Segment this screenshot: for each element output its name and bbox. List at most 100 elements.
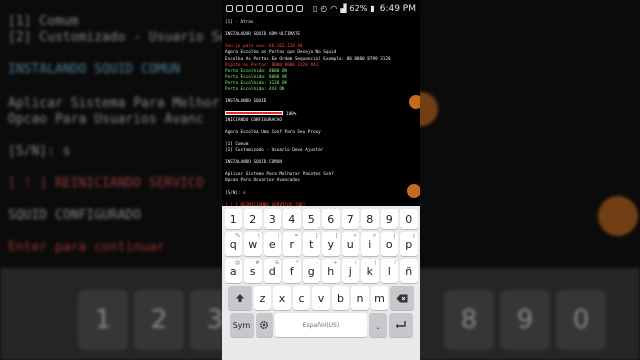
key-s[interactable]: s # [244,259,262,283]
enter-icon [395,321,406,329]
key-alt-label: & [275,260,279,266]
key-alt-label: % [235,233,240,239]
key-5[interactable]: 5 [302,209,320,229]
key-alt-label: | [277,233,279,239]
key-label: h [327,264,335,278]
bg-key: 1 [78,290,128,350]
key-label: t [309,237,314,251]
letter-row-2: a @ s # d & f * g - h + j(k) l / ñ [224,259,418,283]
key-alt-label: = [294,233,299,239]
status-bar: ▯ ◴ ◠ ▟ 62% ▮ 6:49 PM [222,0,420,17]
number-row: 1234567890 [224,209,418,229]
key-i[interactable]: i > [361,232,379,256]
space-key[interactable]: Español(US) [275,313,367,337]
bg-terminal-line: [2] Customizado - Usuario Sera [8,30,243,45]
bg-terminal-line: Opcao Para Usuarios Avanc [8,112,204,127]
key-r[interactable]: r = [283,232,301,256]
key-v[interactable]: v [312,286,330,310]
key-h[interactable]: h + [322,259,340,283]
key-1[interactable]: 1 [224,209,242,229]
bg-key: 8 [444,290,494,350]
key-alt-label: ] [335,233,338,239]
key-d[interactable]: d & [263,259,281,283]
key-label: l [387,264,391,278]
key-label: ñ [405,264,413,278]
letter-row-3: zxcvbnm [224,286,418,310]
key-u[interactable]: u < [341,232,359,256]
key-9[interactable]: 9 [380,209,398,229]
key-b[interactable]: b [331,286,350,310]
key-8[interactable]: 8 [361,209,379,229]
facebook-icon [256,5,263,12]
key-j[interactable]: j( [341,259,359,283]
key-t[interactable]: t[ [302,232,320,256]
orange-fab-bottom[interactable] [407,184,420,198]
key-label: j [348,264,352,278]
key-f[interactable]: f * [283,259,301,283]
key-l[interactable]: l / [380,259,398,283]
orange-fab-top[interactable] [409,95,420,109]
key-label: e [268,237,276,251]
key-label: w [248,237,258,251]
key-p[interactable]: p} [400,232,418,256]
bottom-row: Sym Español(US) . [224,313,418,337]
key-e[interactable]: e | [263,232,281,256]
bg-terminal-line: [S/N]: s [8,144,71,159]
key-label: f [289,264,294,278]
key-g[interactable]: g- [302,259,320,283]
terminal-text: [2] Customizado - Usuario Deve Ajustar [225,147,324,153]
key-label: y [327,237,334,251]
settings-key[interactable] [255,313,273,337]
key-alt-label: ( [355,260,357,266]
chrome-icon [276,5,283,12]
keyboard: 1234567890 q% w \ e | r = t[y] u < i > o{p} a @ s # d & f *… [222,206,420,360]
key-alt-label: # [255,260,260,266]
key-a[interactable]: a @ [224,259,242,283]
key-ñ[interactable]: ñ [400,259,418,283]
bg-key: 2 [134,290,184,350]
clock: 6:49 PM [379,3,416,14]
progress-bar [225,111,283,116]
bg-terminal-line: INSTALANDO SQUID COMUN [8,62,181,77]
key-alt-label: ) [374,260,377,266]
shift-key[interactable] [227,286,252,310]
key-n[interactable]: n [351,286,369,310]
backspace-key[interactable] [390,286,415,310]
enter-key[interactable] [388,313,413,337]
key-label: q [229,237,237,251]
sym-key[interactable]: Sym [229,313,254,337]
key-4[interactable]: 4 [283,209,301,229]
key-label: d [268,264,276,278]
key-alt-label: > [372,233,377,239]
key-3[interactable]: 3 [263,209,281,229]
key-z[interactable]: z [253,286,272,310]
period-key[interactable]: . [369,313,387,337]
progress-label: 100% [286,111,297,117]
key-q[interactable]: q% [224,232,242,256]
key-o[interactable]: o{ [380,232,398,256]
phone-screen: ▯ ◴ ◠ ▟ 62% ▮ 6:49 PM [1] - Atras INSTALA… [222,0,420,360]
key-7[interactable]: 7 [341,209,359,229]
key-0[interactable]: 0 [400,209,418,229]
key-k[interactable]: k) [361,259,379,283]
key-x[interactable]: x [273,286,291,310]
key-c[interactable]: c [292,286,311,310]
key-m[interactable]: m [370,286,389,310]
key-label: k [366,264,373,278]
wifi-icon: ◠ [330,4,338,13]
key-w[interactable]: w \ [244,232,262,256]
key-alt-label: } [412,233,416,239]
key-alt-label: [ [316,233,318,239]
key-y[interactable]: y] [322,232,340,256]
key-alt-label: < [352,233,357,239]
key-alt-label: \ [257,233,260,239]
lock-icon [296,5,303,12]
key-6[interactable]: 6 [322,209,340,229]
key-label: p [405,237,413,251]
terminal-output: [1] - Atras INSTALADOR SQUID ADM-ULTIMATE… [222,18,420,206]
key-2[interactable]: 2 [244,209,262,229]
bg-key: 9 [500,290,550,350]
key-alt-label: / [394,260,396,266]
vibrate-icon: ▯ [313,4,318,13]
battery-percent: 62% [349,4,368,13]
